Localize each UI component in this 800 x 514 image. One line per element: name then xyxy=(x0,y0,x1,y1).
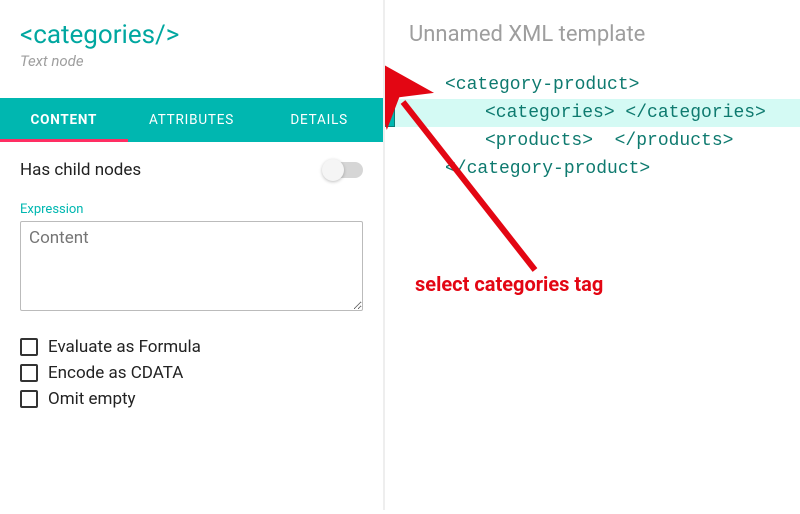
callout-text: select categories tag xyxy=(415,272,603,296)
code-line-products[interactable]: <products> </products> xyxy=(385,127,800,155)
has-child-row: Has child nodes xyxy=(20,160,363,180)
check-omit-empty[interactable]: Omit empty xyxy=(20,389,363,409)
checkbox-icon xyxy=(20,390,38,408)
template-title: Unnamed XML template xyxy=(385,0,800,57)
check-label: Encode as CDATA xyxy=(48,363,183,383)
code-block: <category-product> <categories> </catego… xyxy=(385,57,800,183)
node-subtitle: Text node xyxy=(20,52,363,70)
expression-label: Expression xyxy=(20,202,363,217)
tab-details[interactable]: DETAILS xyxy=(255,98,383,142)
node-header: <categories/> Text node xyxy=(0,0,383,80)
template-panel: Unnamed XML template <category-product> … xyxy=(385,0,800,510)
properties-panel: <categories/> Text node CONTENT ATTRIBUT… xyxy=(0,0,385,510)
check-label: Omit empty xyxy=(48,389,136,409)
app-root: <categories/> Text node CONTENT ATTRIBUT… xyxy=(0,0,800,510)
node-title: <categories/> xyxy=(20,20,363,50)
checkbox-icon xyxy=(20,338,38,356)
content-panel: Has child nodes Expression Evaluate as F… xyxy=(0,142,383,433)
code-line-open-root[interactable]: <category-product> xyxy=(385,71,800,99)
checkbox-icon xyxy=(20,364,38,382)
code-line-categories[interactable]: <categories> </categories> xyxy=(385,99,800,127)
checkbox-group: Evaluate as Formula Encode as CDATA Omit… xyxy=(20,337,363,409)
check-encode-as-cdata[interactable]: Encode as CDATA xyxy=(20,363,363,383)
has-child-toggle[interactable] xyxy=(323,162,363,178)
tab-bar: CONTENT ATTRIBUTES DETAILS xyxy=(0,98,383,142)
expression-input[interactable] xyxy=(20,221,363,311)
check-evaluate-as-formula[interactable]: Evaluate as Formula xyxy=(20,337,363,357)
check-label: Evaluate as Formula xyxy=(48,337,201,357)
tab-content[interactable]: CONTENT xyxy=(0,98,128,142)
code-line-close-root[interactable]: </category-product> xyxy=(385,155,800,183)
tab-attributes[interactable]: ATTRIBUTES xyxy=(128,98,256,142)
has-child-label: Has child nodes xyxy=(20,160,141,180)
